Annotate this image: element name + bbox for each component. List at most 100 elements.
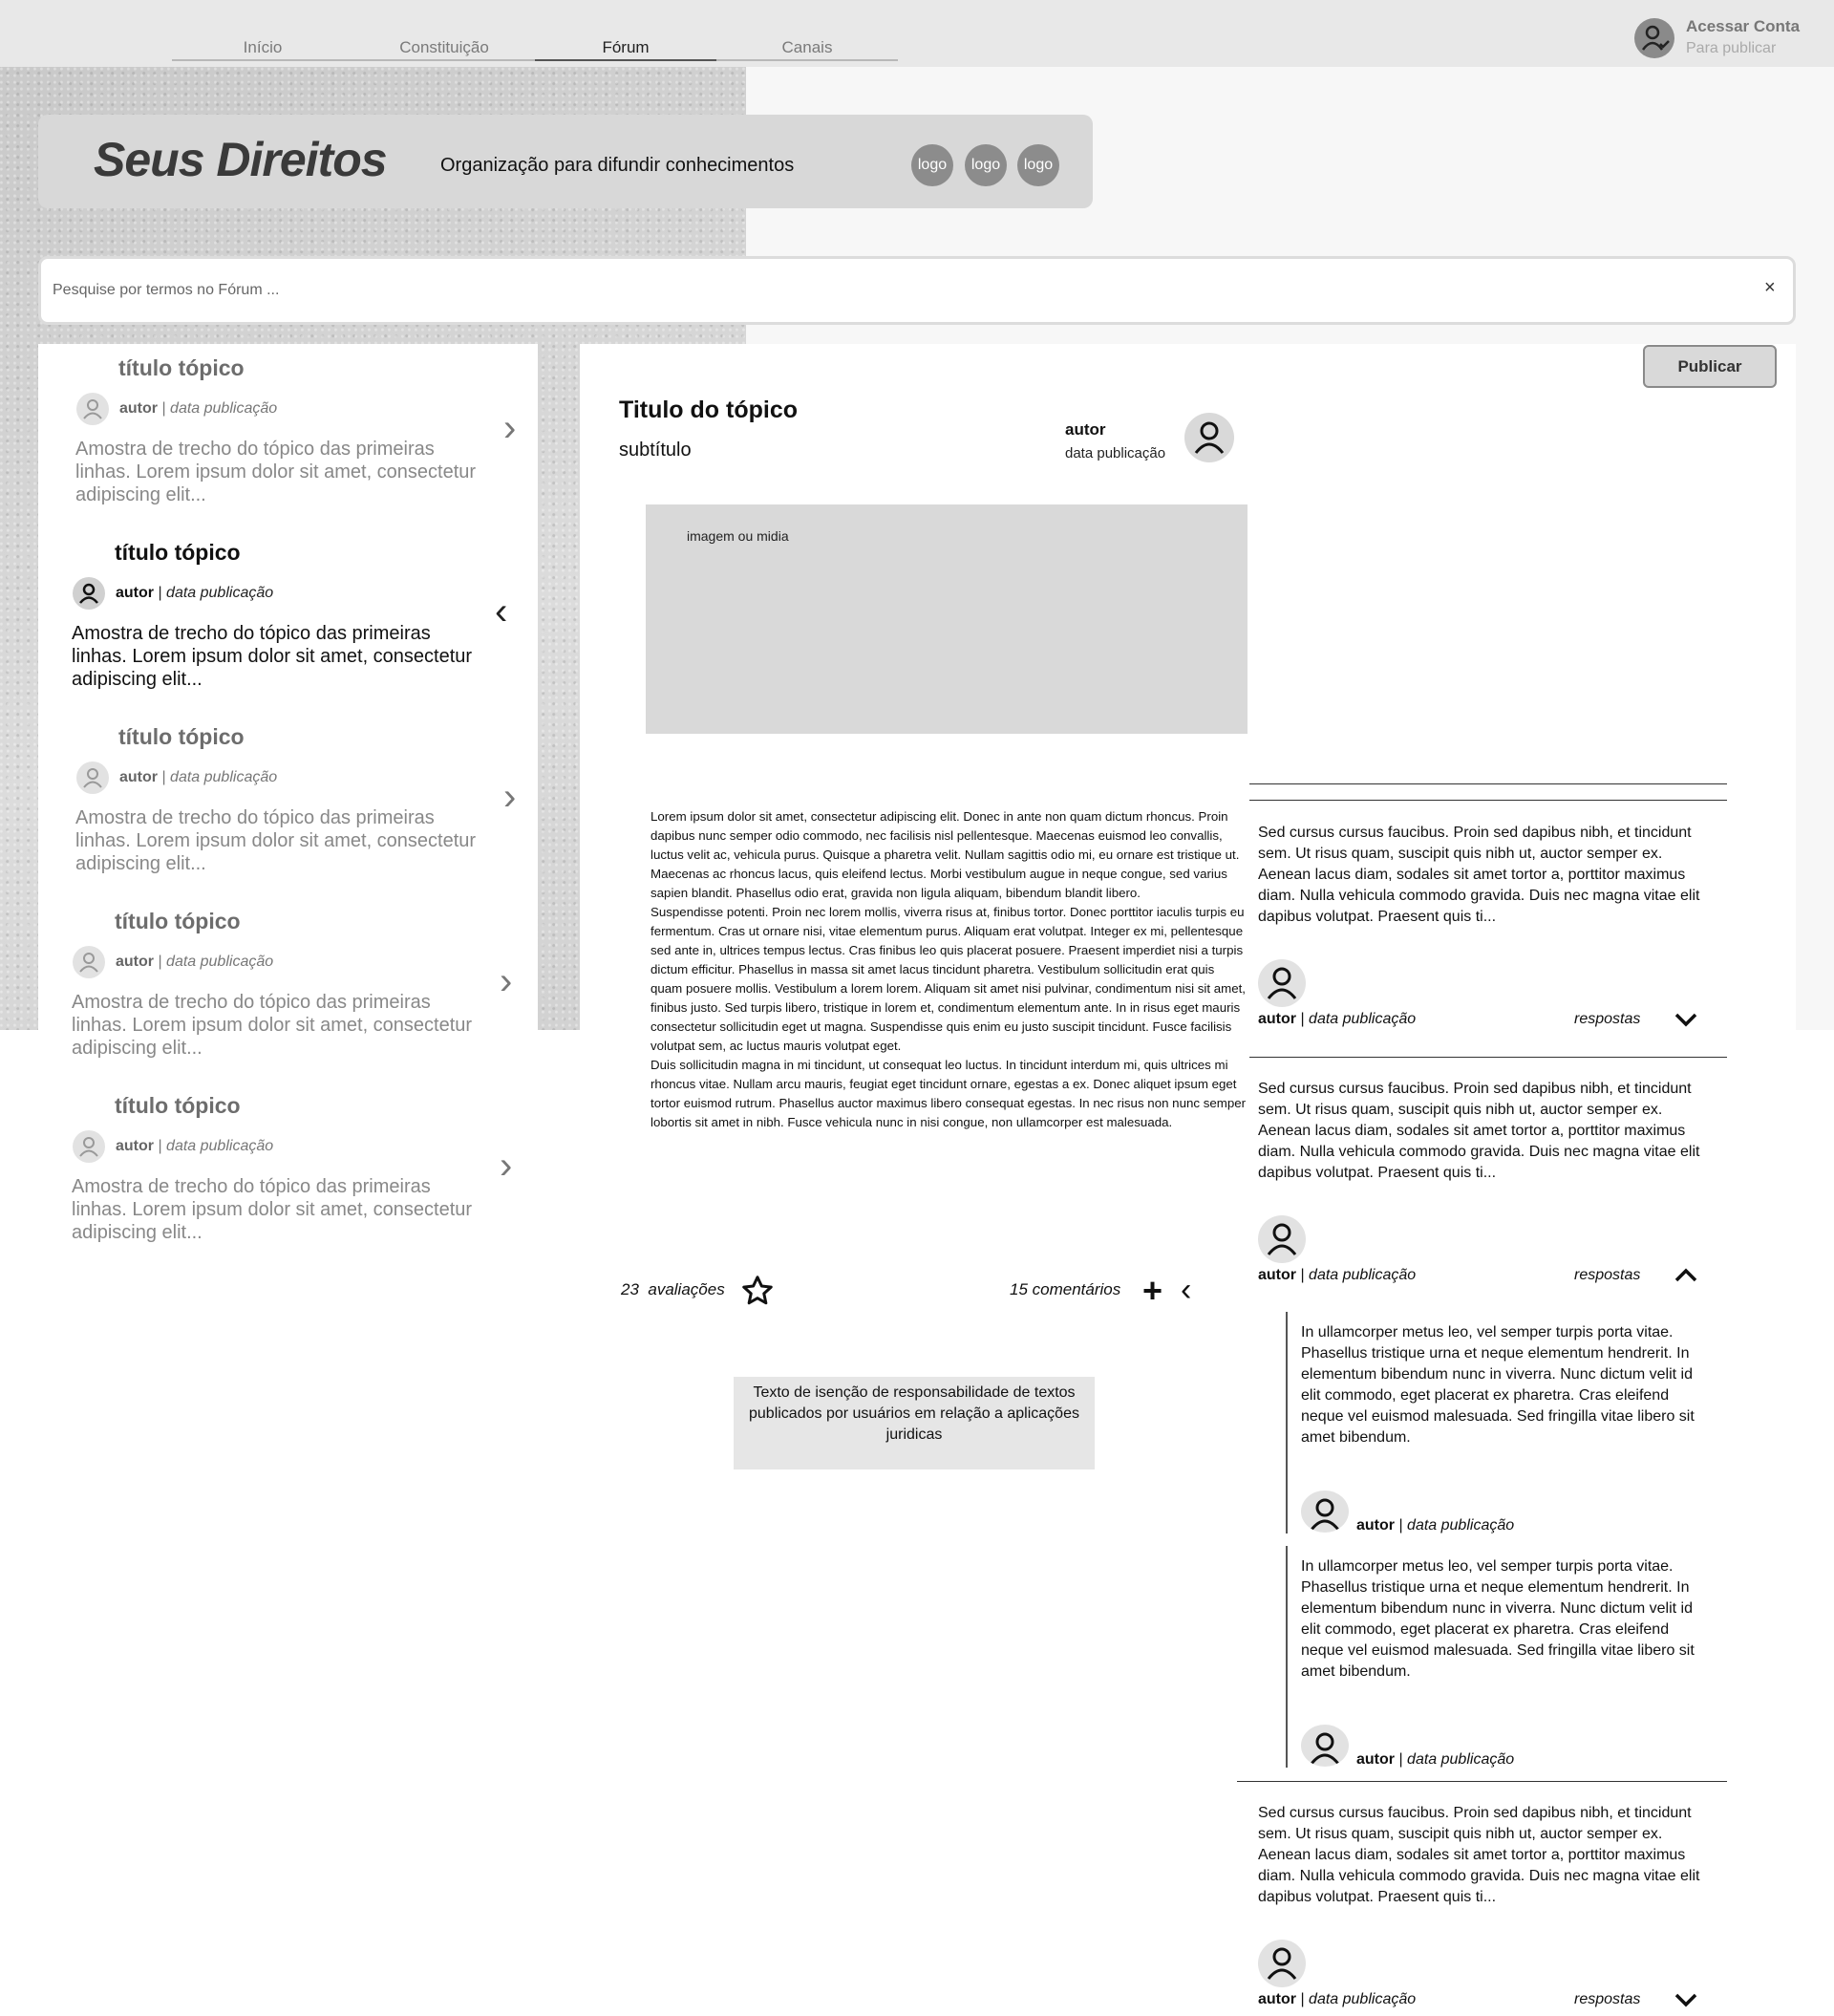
tab-canais[interactable]: Canais (716, 34, 898, 61)
chevron-right-icon[interactable]: › (503, 409, 516, 447)
brand-tagline: Organização para difundir conhecimentos (440, 155, 795, 176)
topic-date: data publicação (170, 400, 278, 417)
topic-meta: autor | data publicação (119, 400, 278, 417)
topic-date: data publicação (166, 585, 274, 601)
brand-title[interactable]: Seus Direitos (94, 132, 388, 187)
divider (1237, 1781, 1727, 1782)
comment-text: Sed cursus cursus faucibus. Proin sed da… (1258, 1805, 1700, 1905)
divider (1249, 800, 1727, 801)
user-icon (1301, 1725, 1349, 1767)
chevron-left-icon[interactable]: ‹ (495, 592, 507, 631)
topic-detail-title: Titulo do tópico (619, 397, 798, 423)
topic-meta: autor | data publicação (116, 1138, 274, 1154)
star-icon[interactable] (740, 1274, 775, 1308)
comment-text: Sed cursus cursus faucibus. Proin sed da… (1258, 1081, 1700, 1181)
account-login-link[interactable]: Acessar Conta (1686, 17, 1800, 36)
chevron-right-icon[interactable]: › (500, 1147, 512, 1185)
disclaimer-box: Texto de isenção de responsabilidade de … (734, 1377, 1095, 1469)
chevron-left-icon[interactable]: ‹ (1181, 1274, 1191, 1306)
comment-meta: autor | data publicação (1258, 1011, 1417, 1027)
comments-number: 15 (1010, 1280, 1028, 1298)
topic-date: data publicação (166, 954, 274, 970)
user-icon (1258, 1940, 1306, 1987)
tab-forum[interactable]: Fórum (535, 34, 716, 61)
replies-label[interactable]: respostas (1574, 1267, 1640, 1284)
account-subtitle: Para publicar (1686, 40, 1777, 56)
plus-icon[interactable]: + (1142, 1274, 1162, 1308)
close-icon[interactable]: × (1764, 277, 1776, 299)
reply-text: In ullamcorper metus leo, vel semper tur… (1301, 1558, 1695, 1680)
chevron-down-icon[interactable] (1674, 1010, 1698, 1029)
chevron-down-icon[interactable] (1674, 1990, 1698, 2009)
reply-date: data publicação (1407, 1517, 1515, 1533)
replies-label[interactable]: respostas (1574, 1991, 1640, 2008)
partner-logo[interactable]: logo (1017, 144, 1059, 186)
user-icon[interactable] (1184, 413, 1234, 462)
comment-date: data publicação (1309, 1991, 1417, 2007)
topic-date: data publicação (166, 1138, 274, 1154)
comment-meta: autor | data publicação (1258, 1267, 1417, 1283)
topic-author: autor (116, 585, 154, 601)
ratings-number: 23 (621, 1280, 639, 1298)
topic-detail-date: data publicação (1065, 445, 1166, 461)
reply-author: autor (1356, 1517, 1395, 1533)
topic-title[interactable]: título tópico (115, 909, 241, 934)
topic-meta: autor | data publicação (119, 769, 278, 785)
reply-date: data publicação (1407, 1751, 1515, 1768)
comment-meta: autor | data publicação (1258, 1991, 1417, 2007)
comment-date: data publicação (1309, 1267, 1417, 1283)
comment-author: autor (1258, 1267, 1296, 1283)
topic-title[interactable]: título tópico (118, 724, 245, 750)
media-label: imagem ou midia (687, 528, 789, 544)
user-icon (76, 393, 109, 425)
divider (1249, 783, 1727, 784)
topic-excerpt: Amostra de trecho do tópico das primeira… (72, 1176, 473, 1243)
topic-excerpt: Amostra de trecho do tópico das primeira… (75, 807, 477, 874)
topic-title[interactable]: título tópico (115, 540, 241, 566)
reply-text: In ullamcorper metus leo, vel semper tur… (1301, 1324, 1695, 1446)
topic-title[interactable]: título tópico (115, 1093, 241, 1119)
comments-label: comentários (1032, 1280, 1121, 1298)
topic-author: autor (119, 769, 158, 785)
partner-logo[interactable]: logo (965, 144, 1007, 186)
topic-detail-subtitle: subtítulo (619, 440, 692, 461)
topic-meta: autor | data publicação (116, 954, 274, 970)
comment-date: data publicação (1309, 1011, 1417, 1027)
reply-meta: autor | data publicação (1356, 1517, 1515, 1533)
user-icon (1301, 1491, 1349, 1533)
topic-meta: autor | data publicação (116, 585, 274, 601)
reply-author: autor (1356, 1751, 1395, 1768)
chevron-right-icon[interactable]: › (500, 962, 512, 1000)
publish-button[interactable]: Publicar (1643, 345, 1777, 388)
topic-excerpt: Amostra de trecho do tópico das primeira… (72, 623, 473, 690)
user-icon (1258, 1215, 1306, 1263)
topic-date: data publicação (170, 769, 278, 785)
topic-title[interactable]: título tópico (118, 355, 245, 381)
reply-thread-line (1286, 1312, 1288, 1533)
topic-author: autor (116, 1138, 154, 1154)
user-icon (73, 946, 105, 978)
user-icon (73, 577, 105, 610)
comment-author: autor (1258, 1991, 1296, 2007)
ratings-count: 23 avaliações (621, 1280, 725, 1299)
replies-label[interactable]: respostas (1574, 1011, 1640, 1028)
comment-author: autor (1258, 1011, 1296, 1027)
chevron-right-icon[interactable]: › (503, 778, 516, 816)
user-check-icon[interactable] (1634, 18, 1674, 58)
partner-logo[interactable]: logo (911, 144, 953, 186)
divider (1249, 1057, 1727, 1058)
tab-constituicao[interactable]: Constituição (353, 34, 535, 61)
topic-detail-author[interactable]: autor (1065, 420, 1106, 440)
user-icon (1258, 959, 1306, 1007)
comments-count: 15 comentários (1010, 1280, 1120, 1299)
topic-body: Lorem ipsum dolor sit amet, consectetur … (650, 809, 1247, 1129)
comment-text: Sed cursus cursus faucibus. Proin sed da… (1258, 825, 1700, 925)
search-input[interactable] (53, 277, 1676, 304)
chevron-up-icon[interactable] (1674, 1266, 1698, 1285)
tab-inicio[interactable]: Início (172, 34, 353, 61)
user-icon (76, 761, 109, 794)
topic-author: autor (119, 400, 158, 417)
topic-excerpt: Amostra de trecho do tópico das primeira… (72, 992, 473, 1059)
topic-author: autor (116, 954, 154, 970)
reply-meta: autor | data publicação (1356, 1751, 1515, 1768)
